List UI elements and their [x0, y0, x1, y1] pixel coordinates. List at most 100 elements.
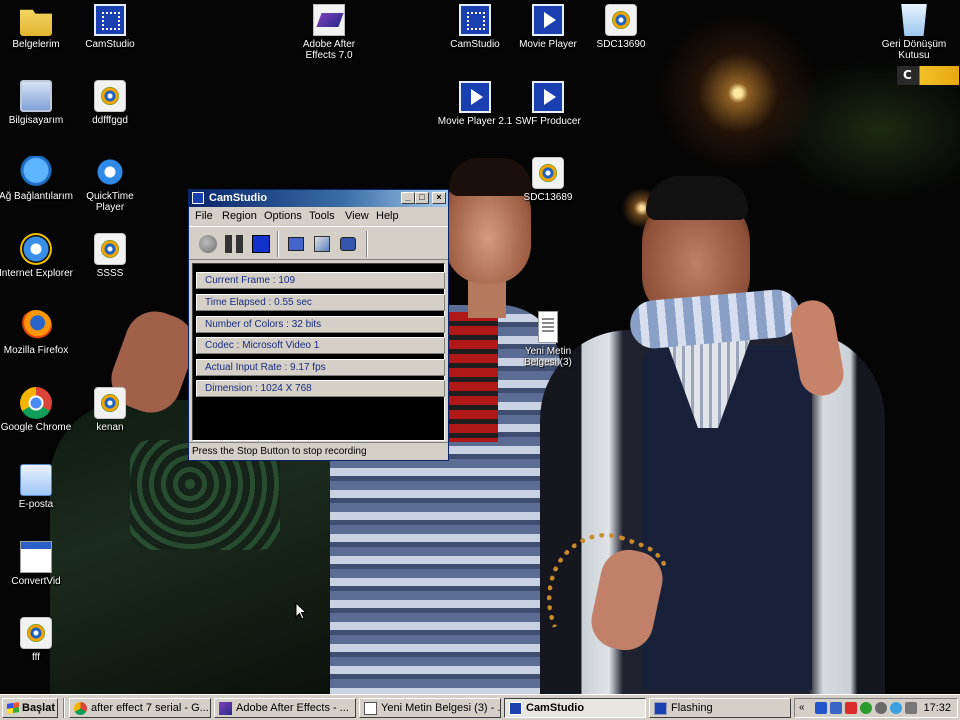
- start-button[interactable]: Başlat: [2, 698, 58, 718]
- annotate-icon[interactable]: [314, 236, 330, 252]
- system-tray: « 17:32: [794, 698, 958, 718]
- task-button-camstudio[interactable]: CamStudio: [504, 698, 646, 718]
- task-label: Adobe After Effects - ...: [236, 702, 349, 714]
- desktop-icon-label: CamStudio: [85, 39, 135, 50]
- desktop-icon-label: Adobe After Effects 7.0: [302, 39, 356, 61]
- record-icon[interactable]: [199, 235, 217, 253]
- tray-app-icon[interactable]: [890, 702, 902, 714]
- desktop-icon-convertvid[interactable]: ConvertVid: [0, 541, 75, 587]
- window-title: CamStudio: [209, 192, 268, 204]
- video-options-icon[interactable]: [340, 237, 356, 251]
- media-file-icon: [532, 157, 564, 189]
- menu-file[interactable]: File: [195, 207, 213, 226]
- desktop-icon-my-computer[interactable]: Bilgisayarım: [0, 80, 75, 126]
- desktop-icon-camstudio-2[interactable]: CamStudio: [436, 4, 514, 50]
- tray-app-icon[interactable]: [815, 702, 827, 714]
- media-file-icon: [20, 617, 52, 649]
- stat-input-rate: Actual Input Rate : 9.17 fps: [196, 359, 445, 376]
- tray-antivirus-icon[interactable]: [845, 702, 857, 714]
- camstudio-icon: [509, 702, 522, 715]
- tray-volume-icon[interactable]: [905, 702, 917, 714]
- desktop-icon-label: Belgelerim: [12, 39, 60, 50]
- toolbar-separator: [366, 231, 368, 257]
- desktop-icon-sdc13689[interactable]: SDC13689: [509, 157, 587, 203]
- desktop-icon-after-effects[interactable]: Adobe After Effects 7.0: [290, 4, 368, 61]
- camstudio-icon: [192, 192, 204, 204]
- desktop-icon-camstudio[interactable]: CamStudio: [71, 4, 149, 50]
- desktop-icon-my-documents[interactable]: Belgelerim: [0, 4, 75, 50]
- desktop-icon-sdc13690[interactable]: SDC13690: [582, 4, 660, 50]
- desktop-icon-label: Ağ Bağlantılarım: [0, 191, 73, 202]
- tray-app-icon[interactable]: [830, 702, 842, 714]
- movie-player-icon: [532, 4, 564, 36]
- desktop-icon-kenan[interactable]: kenan: [71, 387, 149, 433]
- menu-options[interactable]: Options: [264, 207, 302, 226]
- notepad-icon: [364, 702, 377, 715]
- start-label: Başlat: [22, 702, 56, 714]
- movie-player-icon: [532, 81, 564, 113]
- stat-codec: Codec : Microsoft Video 1: [196, 337, 445, 354]
- desktop-icon-movie-player[interactable]: Movie Player: [509, 4, 587, 50]
- desktop-icon-label: SDC13689: [523, 192, 573, 203]
- toolbar-separator: [277, 231, 279, 257]
- desktop-icon-recycle-bin[interactable]: Geri Dönüşüm Kutusu: [875, 4, 953, 61]
- region-icon[interactable]: [288, 237, 304, 251]
- desktop-icon-network[interactable]: Ağ Bağlantılarım: [0, 156, 75, 202]
- task-label: Flashing: [671, 702, 713, 714]
- background-photo-detail: [646, 176, 748, 220]
- task-button-notepad[interactable]: Yeni Metin Belgesi (3) - ...: [359, 698, 501, 718]
- chrome-icon: [20, 387, 52, 419]
- minimize-button[interactable]: _: [401, 192, 415, 204]
- desktop-icon-label: Movie Player 2.1: [437, 116, 513, 127]
- email-icon: [20, 464, 52, 496]
- desktop-icon-label: Mozilla Firefox: [3, 345, 69, 356]
- taskbar-separator: [63, 698, 65, 718]
- tray-app-icon[interactable]: [875, 702, 887, 714]
- menu-region[interactable]: Region: [222, 207, 257, 226]
- desktop-icon-firefox[interactable]: Mozilla Firefox: [0, 310, 75, 356]
- desktop-icon-label: SWF Producer: [515, 116, 581, 127]
- toolbar: [189, 226, 448, 260]
- desktop-icon-label: kenan: [96, 422, 124, 433]
- desktop-icon-ddfffggd[interactable]: ddfffggd: [71, 80, 149, 126]
- desktop-icon-email[interactable]: E-posta: [0, 464, 75, 510]
- task-label: CamStudio: [526, 702, 585, 714]
- desktop-icon-fff[interactable]: fff: [0, 617, 75, 663]
- my-computer-icon: [20, 80, 52, 112]
- desktop-icon-label: Yeni Metin Belgesi (3): [524, 346, 572, 368]
- desktop-icon-label: SDC13690: [596, 39, 646, 50]
- camstudio-window[interactable]: CamStudio _ □ × File Region Options Tool…: [188, 189, 449, 461]
- stat-time-elapsed: Time Elapsed : 0.55 sec: [196, 294, 445, 311]
- desktop-icon-internet-explorer[interactable]: Internet Explorer: [0, 233, 75, 279]
- tray-network-icon[interactable]: [860, 702, 872, 714]
- maximize-button[interactable]: □: [415, 192, 429, 204]
- desktop-icon-label: Bilgisayarım: [8, 115, 64, 126]
- menu-tools[interactable]: Tools: [309, 207, 335, 226]
- chrome-icon: [74, 702, 87, 715]
- task-button-chrome[interactable]: after effect 7 serial - G...: [69, 698, 211, 718]
- task-button-flashing[interactable]: Flashing: [649, 698, 791, 718]
- desktop-icon-chrome[interactable]: Google Chrome: [0, 387, 75, 433]
- tray-expand-icon[interactable]: «: [799, 702, 811, 714]
- desktop-icon-swf-producer[interactable]: SWF Producer: [509, 81, 587, 127]
- background-photo-detail: [446, 312, 498, 442]
- stat-colors: Number of Colors : 32 bits: [196, 316, 445, 333]
- desktop-icon-quicktime[interactable]: QuickTime Player: [71, 156, 149, 213]
- close-button[interactable]: ×: [432, 192, 446, 204]
- pause-icon[interactable]: [225, 235, 243, 253]
- desktop-icon-ssss[interactable]: SSSS: [71, 233, 149, 279]
- desktop-icon-label: E-posta: [18, 499, 54, 510]
- stop-icon[interactable]: [252, 235, 270, 253]
- desktop-icon-label: QuickTime Player: [86, 191, 134, 213]
- menu-help[interactable]: Help: [376, 207, 399, 226]
- task-label: Yeni Metin Belgesi (3) - ...: [381, 702, 501, 714]
- task-button-after-effects[interactable]: Adobe After Effects - ...: [214, 698, 356, 718]
- text-document-icon: [538, 311, 558, 343]
- desktop-icon-text-document[interactable]: Yeni Metin Belgesi (3): [509, 311, 587, 368]
- desktop-icon-movie-player-21[interactable]: Movie Player 2.1: [436, 81, 514, 127]
- corner-badge: C: [897, 66, 959, 85]
- menu-bar: File Region Options Tools View Help: [189, 207, 448, 226]
- clock[interactable]: 17:32: [923, 699, 951, 717]
- camstudio-titlebar[interactable]: CamStudio _ □ ×: [189, 190, 448, 207]
- menu-view[interactable]: View: [345, 207, 369, 226]
